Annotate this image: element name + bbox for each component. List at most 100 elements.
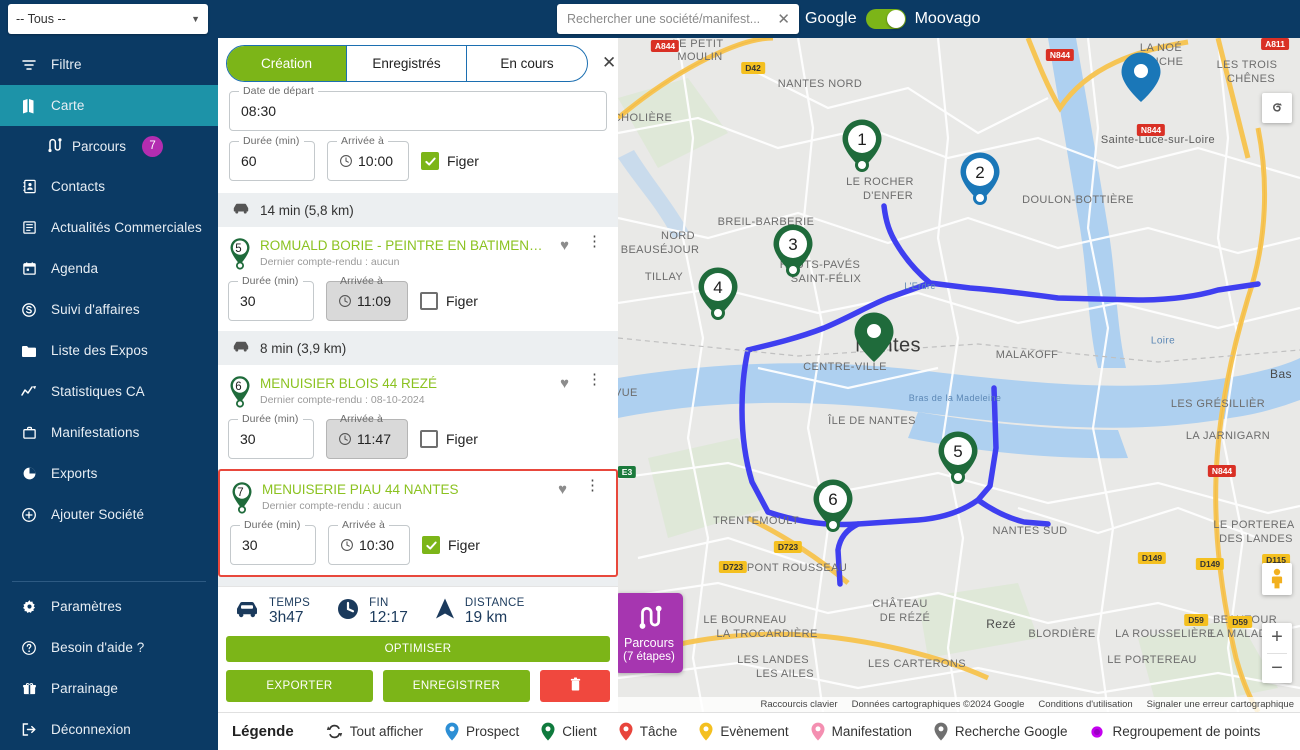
zoom-out-button[interactable]: − [1262, 654, 1292, 684]
duration-value: 30 [240, 293, 256, 309]
departure-figer-checkbox[interactable]: Figer [421, 152, 479, 170]
legend-item-manifestation[interactable]: Manifestation [811, 722, 912, 741]
stop-figer-checkbox[interactable]: Figer [420, 292, 478, 310]
departure-duration-field[interactable]: Durée (min) 60 [229, 135, 315, 181]
stop-duration-field[interactable]: Durée (min) 30 [228, 275, 314, 321]
street-view-icon[interactable] [1262, 563, 1292, 595]
legend-item-tout-afficher[interactable]: Tout afficher [326, 723, 423, 740]
sidebar-item-ajouter-societe[interactable]: Ajouter Société [0, 494, 218, 535]
map-provider-toggle[interactable] [865, 9, 906, 29]
sidebar-item-label: Agenda [51, 261, 99, 276]
map-marker-4[interactable]: 4 [696, 266, 740, 322]
favorite-heart-icon[interactable]: ♥ [556, 237, 573, 254]
stop-menu-icon[interactable]: ⋮ [579, 478, 606, 492]
save-button[interactable]: ENREGISTRER [383, 670, 530, 702]
stop-figer-checkbox[interactable]: Figer [422, 536, 480, 554]
pin-icon [854, 312, 894, 362]
tab-creation[interactable]: Création [227, 45, 347, 81]
search-box: ✕ [557, 4, 799, 34]
legend-item-evenement[interactable]: Evènement [699, 722, 789, 741]
route-stop-card-selected[interactable]: 7 MENUISERIE PIAU 44 NANTES Dernier comp… [218, 469, 618, 577]
sidebar-item-parcours[interactable]: Parcours 7 [0, 126, 218, 166]
parcours-map-badge[interactable]: Parcours (7 étapes) [618, 593, 683, 673]
close-icon[interactable]: ✕ [602, 53, 616, 73]
sidebar-item-parrainage[interactable]: Parrainage [0, 668, 218, 709]
legend-item-client[interactable]: Client [541, 722, 597, 741]
zoom-controls[interactable]: + − [1262, 623, 1292, 683]
summary-distance-key: DISTANCE [464, 596, 525, 609]
sidebar-item-deconnexion[interactable]: Déconnexion [0, 709, 218, 750]
legend-item-recherche-google[interactable]: Recherche Google [934, 722, 1067, 741]
stop-name: MENUISERIE PIAU 44 NANTES [262, 482, 459, 497]
stop-header: 6 MENUISIER BLOIS 44 REZÉ Dernier compte… [228, 372, 608, 409]
sidebar-item-contacts[interactable]: Contacts [0, 166, 218, 207]
sidebar-item-suivi-affaires[interactable]: Suivi d'affaires [0, 289, 218, 330]
stop-duration-field[interactable]: Durée (min) 30 [230, 519, 316, 565]
sidebar-item-agenda[interactable]: Agenda [0, 248, 218, 289]
keyboard-shortcuts-link[interactable]: Raccourcis clavier [761, 699, 838, 710]
favorite-heart-icon[interactable]: ♥ [554, 481, 571, 498]
gift-icon [20, 681, 38, 696]
stop-arrival-field: Arrivée à 11:47 [326, 413, 408, 459]
sidebar-item-aide[interactable]: Besoin d'aide ? [0, 627, 218, 668]
stop-arrival-field[interactable]: Arrivée à 10:30 [328, 519, 410, 565]
stop-figer-checkbox[interactable]: Figer [420, 430, 478, 448]
stop-duration-field[interactable]: Durée (min) 30 [228, 413, 314, 459]
map-marker-1[interactable]: 1 [840, 118, 884, 174]
search-input[interactable] [567, 12, 775, 26]
export-button[interactable]: EXPORTER [226, 670, 373, 702]
arrival-label: Arrivée à [338, 519, 389, 531]
stop-arrival-field: Arrivée à 11:09 [326, 275, 408, 321]
sidebar-item-label: Déconnexion [51, 722, 131, 737]
sidebar-item-filtre[interactable]: Filtre [0, 44, 218, 85]
sidebar-item-actualites-commerciales[interactable]: Actualités Commerciales [0, 207, 218, 248]
pin-icon [1121, 52, 1161, 102]
favorite-heart-icon[interactable]: ♥ [556, 375, 573, 392]
route-stop-card[interactable]: 6 MENUISIER BLOIS 44 REZÉ Dernier compte… [218, 365, 618, 469]
route-stop-card[interactable]: 5 ROMUALD BORIE - PEINTRE EN BATIMENT NA… [218, 227, 618, 331]
zoom-in-button[interactable]: + [1262, 623, 1292, 653]
map-marker[interactable] [1119, 51, 1163, 107]
global-filter-value: -- Tous -- [16, 12, 66, 26]
delete-button[interactable] [540, 670, 610, 702]
terms-link[interactable]: Conditions d'utilisation [1038, 699, 1132, 710]
global-filter-select[interactable]: -- Tous -- ▼ [8, 4, 208, 34]
arrival-value: 11:09 [357, 293, 391, 309]
summary-end-value: 12:17 [369, 608, 408, 626]
sidebar-item-carte[interactable]: Carte [0, 85, 218, 126]
summary-time: TEMPS 3h47 [234, 597, 310, 627]
map-canvas[interactable]: LE PETITMOULINNANTES NORDLA CHOLIÈRELA N… [618, 38, 1300, 712]
map-marker-2[interactable]: 2 [958, 151, 1002, 207]
sidebar-item-liste-expos[interactable]: Liste des Expos [0, 330, 218, 371]
optimize-button[interactable]: OPTIMISER [226, 636, 610, 662]
figer-label: Figer [446, 431, 478, 447]
legend-item-regroupement[interactable]: Regroupement de points [1089, 724, 1260, 740]
navigation-icon [434, 597, 456, 626]
pie-icon [20, 466, 38, 481]
stop-menu-icon[interactable]: ⋮ [581, 234, 608, 248]
legend-item-tache[interactable]: Tâche [619, 722, 677, 741]
route-stops-scroll[interactable]: Date de départ 08:30 Durée (min) 60 Arri… [218, 82, 618, 586]
map-marker-3[interactable]: 3 [771, 223, 815, 279]
tab-enregistres[interactable]: Enregistrés [347, 45, 467, 81]
map-marker-6[interactable]: 6 [811, 478, 855, 534]
legend-item-prospect[interactable]: Prospect [445, 722, 519, 741]
stop-name: MENUISIER BLOIS 44 REZÉ [260, 376, 438, 391]
map-marker-5[interactable]: 5 [936, 430, 980, 486]
sidebar-item-label: Parcours [72, 138, 127, 154]
sidebar-item-statistiques-ca[interactable]: Statistiques CA [0, 371, 218, 412]
sidebar-item-manifestations[interactable]: Manifestations [0, 412, 218, 453]
sidebar-item-parametres[interactable]: Paramètres [0, 586, 218, 627]
stop-text: ROMUALD BORIE - PEINTRE EN BATIMENT NANT… [260, 237, 548, 268]
sidebar-item-label: Ajouter Société [51, 507, 145, 522]
map-marker[interactable] [852, 311, 896, 367]
report-error-link[interactable]: Signaler une erreur cartographique [1147, 699, 1294, 710]
departure-arrival-field[interactable]: Arrivée à 10:00 [327, 135, 409, 181]
summary-distance: DISTANCE 19 km [434, 597, 525, 627]
fullscreen-icon[interactable] [1262, 93, 1292, 123]
sidebar-item-exports[interactable]: Exports [0, 453, 218, 494]
departure-date-field[interactable]: Date de départ 08:30 [229, 85, 607, 131]
stop-menu-icon[interactable]: ⋮ [581, 372, 608, 386]
tab-en-cours[interactable]: En cours [467, 46, 587, 81]
close-icon[interactable]: ✕ [774, 12, 793, 27]
